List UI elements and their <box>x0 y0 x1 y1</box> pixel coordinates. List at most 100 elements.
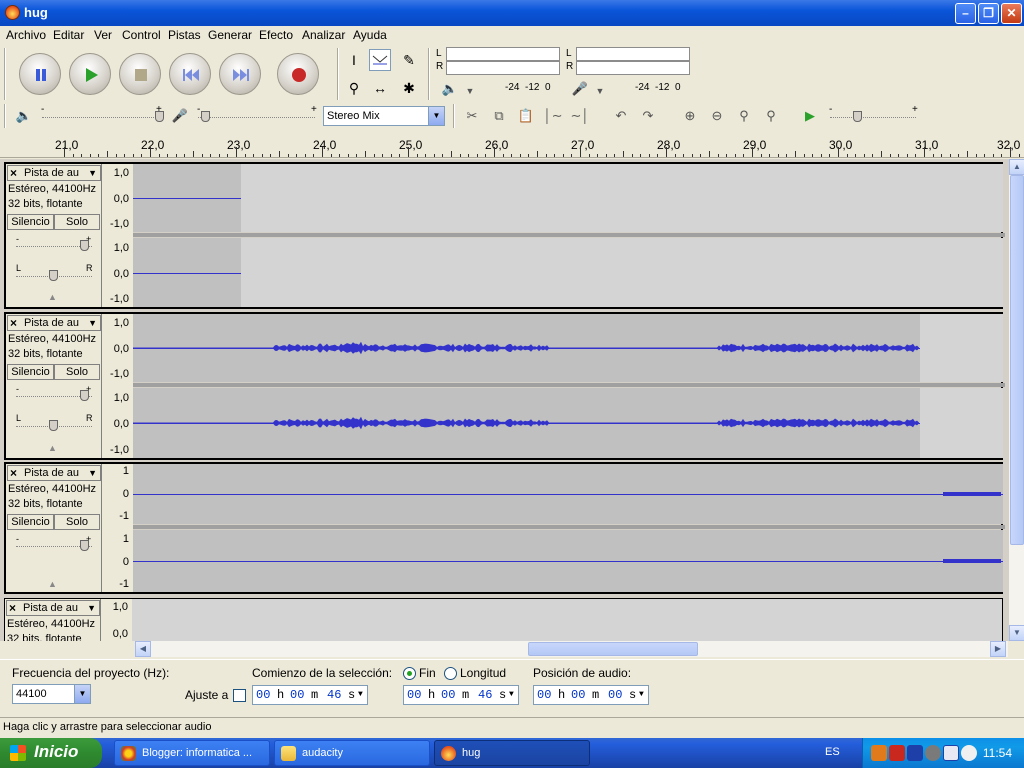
menu-efecto[interactable]: Efecto <box>259 28 293 42</box>
chevron-down-icon[interactable]: ▼ <box>358 690 363 699</box>
playback-speed-slider[interactable] <box>830 108 916 122</box>
copy-icon[interactable]: ⧉ <box>489 106 509 126</box>
collapse-icon[interactable]: ▲ <box>48 579 57 589</box>
snap-to-checkbox[interactable] <box>233 689 246 702</box>
menu-generar[interactable]: Generar <box>208 28 252 42</box>
toolbar-grip[interactable] <box>337 48 339 100</box>
gain-slider[interactable] <box>16 537 92 551</box>
envelope-tool-icon[interactable] <box>369 49 391 71</box>
paste-icon[interactable]: 📋 <box>516 106 536 126</box>
gain-slider[interactable] <box>16 237 92 251</box>
chevron-down-icon[interactable]: ▼ <box>509 690 514 699</box>
taskbar-item-blogger[interactable]: Blogger: informatica ... <box>114 740 270 766</box>
tracks-area[interactable]: × Pista de au ▼ Estéreo, 44100Hz 32 bits… <box>0 159 1008 641</box>
multi-tool-icon[interactable]: ✱ <box>398 77 420 99</box>
waveform-left[interactable] <box>133 164 1003 232</box>
skip-end-button[interactable] <box>219 53 261 95</box>
track-header[interactable]: × Pista de au ▼ <box>7 315 101 331</box>
track-menu-chevron-icon[interactable]: ▼ <box>88 468 97 478</box>
audio-track[interactable]: × Pista de au ▼ Estéreo, 44100Hz 32 bits… <box>4 462 1005 594</box>
menu-editar[interactable]: Editar <box>53 28 84 42</box>
mute-button[interactable]: Silencio <box>7 364 54 380</box>
play-at-speed-icon[interactable]: ▶ <box>800 106 820 126</box>
track-header[interactable]: × Pista de au ▼ <box>6 600 100 616</box>
collapse-icon[interactable]: ▲ <box>48 443 57 453</box>
selection-end-time[interactable]: 00 h 00 m 46 s ▼ <box>403 685 519 705</box>
scroll-right-icon[interactable]: ▶ <box>990 641 1006 657</box>
audio-track[interactable]: × Pista de au ▼ Estéreo, 44100Hz 32 bits… <box>4 598 1003 641</box>
waveform-left[interactable] <box>133 464 1003 524</box>
zoom-tool-icon[interactable]: ⚲ <box>343 77 365 99</box>
zoom-in-icon[interactable]: ⊕ <box>680 106 700 126</box>
solo-button[interactable]: Solo <box>54 214 100 230</box>
gain-slider[interactable] <box>16 387 92 401</box>
stop-button[interactable] <box>119 53 161 95</box>
undo-icon[interactable]: ↶ <box>611 106 631 126</box>
scroll-left-icon[interactable]: ◀ <box>135 641 151 657</box>
trim-icon[interactable]: │∼ <box>543 106 563 126</box>
track-menu-chevron-icon[interactable]: ▼ <box>87 603 96 613</box>
language-indicator[interactable]: ES <box>825 746 840 758</box>
menu-ver[interactable]: Ver <box>94 28 112 42</box>
waveform-right[interactable] <box>133 530 1003 592</box>
pause-button[interactable] <box>19 53 61 95</box>
track-menu-chevron-icon[interactable]: ▼ <box>88 168 97 178</box>
scroll-up-icon[interactable]: ▲ <box>1009 159 1024 175</box>
timeshift-tool-icon[interactable]: ↔ <box>369 77 391 99</box>
vertical-scrollbar[interactable]: ▲ ▼ <box>1008 159 1024 641</box>
input-volume-slider[interactable] <box>198 108 315 122</box>
horizontal-scroll-thumb[interactable] <box>528 642 698 656</box>
waveform-right[interactable] <box>133 238 1003 307</box>
fit-project-icon[interactable]: ⚲ <box>761 106 781 126</box>
selection-start-time[interactable]: 00 h 00 m 46 s ▼ <box>252 685 368 705</box>
pan-slider[interactable] <box>16 267 92 281</box>
start-button[interactable]: Inicio <box>0 738 102 768</box>
silence-icon[interactable]: ∼│ <box>570 106 590 126</box>
track-header[interactable]: × Pista de au ▼ <box>7 165 101 181</box>
fit-selection-icon[interactable]: ⚲ <box>734 106 754 126</box>
menu-pistas[interactable]: Pistas <box>168 28 201 42</box>
vertical-scroll-thumb[interactable] <box>1010 175 1024 545</box>
solo-button[interactable]: Solo <box>54 364 100 380</box>
title-bar[interactable]: hug – ❐ ✕ <box>0 0 1024 26</box>
tray-misc-icon[interactable] <box>961 745 977 761</box>
close-track-icon[interactable]: × <box>10 166 17 180</box>
tray-disc-icon[interactable] <box>925 745 941 761</box>
toolbar-grip[interactable] <box>4 48 6 100</box>
zoom-out-icon[interactable]: ⊖ <box>707 106 727 126</box>
length-radio[interactable] <box>444 667 457 680</box>
network-icon[interactable] <box>907 745 923 761</box>
play-button[interactable] <box>69 53 111 95</box>
chevron-down-icon[interactable]: ▼ <box>639 690 644 699</box>
menu-archivo[interactable]: Archivo <box>6 28 46 42</box>
display-icon[interactable] <box>943 745 959 761</box>
redo-icon[interactable]: ↷ <box>638 106 658 126</box>
taskbar-item-hug[interactable]: hug <box>434 740 590 766</box>
waveform-left[interactable] <box>133 314 1003 382</box>
restore-button[interactable]: ❐ <box>978 3 999 24</box>
chevron-down-icon[interactable]: ▼ <box>460 81 480 101</box>
waveform-right[interactable] <box>133 388 1003 458</box>
toolbar-grip[interactable] <box>453 104 455 128</box>
pan-slider[interactable] <box>16 417 92 431</box>
project-rate-select[interactable]: 44100 ▼ <box>12 684 91 704</box>
solo-button[interactable]: Solo <box>54 514 100 530</box>
output-volume-slider[interactable] <box>42 108 164 122</box>
audio-track[interactable]: × Pista de au ▼ Estéreo, 44100Hz 32 bits… <box>4 162 1005 309</box>
input-source-select[interactable]: Stereo Mix ▼ <box>323 106 445 126</box>
close-track-icon[interactable]: × <box>10 316 17 330</box>
audio-position-time[interactable]: 00 h 00 m 00 s ▼ <box>533 685 649 705</box>
close-track-icon[interactable]: × <box>10 466 17 480</box>
tray-app-icon[interactable] <box>871 745 887 761</box>
minimize-button[interactable]: – <box>955 3 976 24</box>
menu-control[interactable]: Control <box>122 28 161 42</box>
waveform-left[interactable] <box>132 599 1002 641</box>
timeline-ruler[interactable]: 21,0 22,0 23,0 24,0 25,0 26,0 27,0 28,0 … <box>0 132 1024 158</box>
mute-button[interactable]: Silencio <box>7 214 54 230</box>
mute-button[interactable]: Silencio <box>7 514 54 530</box>
scroll-down-icon[interactable]: ▼ <box>1009 625 1024 641</box>
selection-tool-icon[interactable]: I <box>343 49 365 71</box>
horizontal-scrollbar[interactable]: ◀ ▶ <box>135 641 1008 657</box>
toolbar-grip[interactable] <box>4 104 6 128</box>
menu-analizar[interactable]: Analizar <box>302 28 345 42</box>
